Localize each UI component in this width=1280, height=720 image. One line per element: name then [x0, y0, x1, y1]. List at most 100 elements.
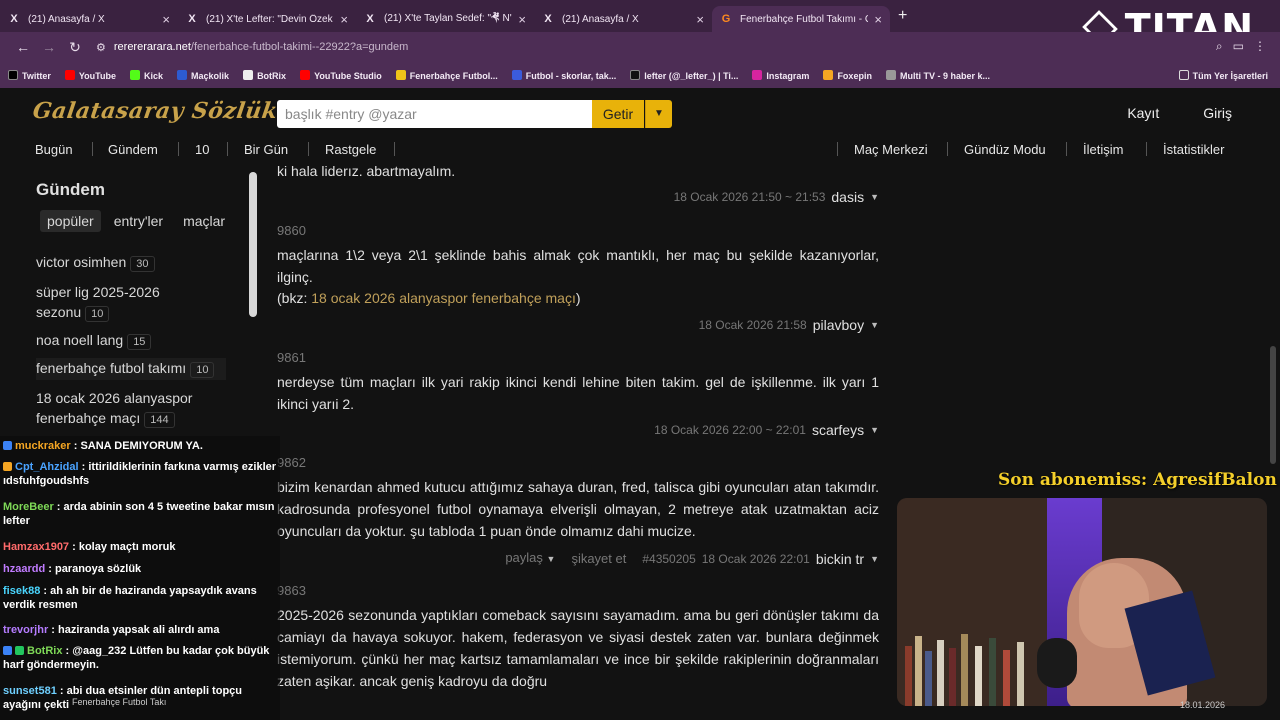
url-field[interactable]: ⚙ rerererarara.net/fenerbahce-futbol-taki… — [96, 41, 408, 54]
close-tab-icon[interactable]: × — [696, 12, 704, 27]
caret-down-icon[interactable]: ▼ — [870, 314, 879, 336]
badge-icon — [3, 462, 12, 471]
nav-10[interactable]: 10 — [195, 142, 209, 157]
nav-divider — [947, 142, 948, 156]
subscriber-banner: Son abonemiss: AgresifBalon — [998, 470, 1277, 490]
share-button[interactable]: paylaş ▼ — [505, 547, 555, 570]
site-favicon-icon: G — [721, 13, 731, 25]
tab-1[interactable]: X (21) Anasayfa / X × — [0, 6, 178, 32]
caret-down-icon[interactable]: ▼ — [870, 419, 879, 441]
tab-3[interactable]: X (21) X'te Taylan Sedef: "🤻 N'Gol × — [356, 6, 534, 32]
chat-message: fisek88 : ah ah bir de haziranda yapsayd… — [3, 585, 257, 611]
bkz-link[interactable]: 18 ocak 2026 alanyaspor fenerbahçe maçı — [311, 290, 576, 306]
topic-item[interactable]: 18 ocak 2026 alanyaspor fenerbahçe maçı 1… — [36, 388, 226, 430]
reload-icon[interactable]: ↻ — [62, 39, 88, 56]
entry-date: 18 Ocak 2026 22:01 — [701, 551, 810, 566]
tab-title: (21) Anasayfa / X — [562, 13, 639, 25]
back-icon[interactable]: ← — [10, 39, 36, 55]
new-tab-button[interactable]: + — [898, 7, 907, 25]
topic-item-active[interactable]: fenerbahçe futbol takımı 10 — [36, 358, 226, 380]
bookmark-youtube-studio[interactable]: YouTube Studio — [300, 69, 382, 81]
entry-text: ki hala liderız. abartmayalım. — [277, 163, 456, 179]
caret-down-icon[interactable]: ▼ — [870, 186, 879, 208]
bookmark-instagram[interactable]: Instagram — [752, 69, 810, 81]
book — [949, 648, 956, 706]
tab-5-active[interactable]: G Fenerbahçe Futbol Takımı - Gal × — [712, 6, 890, 32]
close-tab-icon[interactable]: × — [162, 12, 170, 27]
bookmark-kick[interactable]: Kick — [130, 69, 163, 81]
nav-gundem[interactable]: Gündem — [108, 142, 158, 157]
report-button[interactable]: şikayet et — [571, 548, 626, 570]
bookmark-botrix[interactable]: BotRix — [243, 69, 286, 81]
topic-count-badge: 30 — [130, 256, 155, 272]
tab-title: (21) Anasayfa / X — [28, 13, 105, 25]
topic-item[interactable]: süper lig 2025-2026 sezonu 10 — [36, 282, 226, 324]
search-button[interactable]: Getir — [592, 100, 644, 128]
bookmark-twitter[interactable]: Twitter — [8, 69, 51, 81]
search-input[interactable]: başlık #entry @yazar — [277, 100, 593, 128]
close-tab-icon[interactable]: × — [340, 12, 348, 27]
topic-count-badge: 10 — [85, 306, 110, 322]
entry-author[interactable]: scarfeys — [812, 419, 864, 441]
all-bookmarks[interactable]: Tüm Yer İşaretleri — [1178, 69, 1268, 81]
forward-icon[interactable]: → — [36, 39, 62, 55]
bookmark-multitv[interactable]: Multi TV - 9 haber k... — [885, 69, 990, 81]
nav-rastgele[interactable]: Rastgele — [325, 142, 376, 157]
page-scrollbar[interactable] — [1270, 346, 1276, 464]
fenerbahce-icon — [395, 69, 406, 80]
entry-number: 9862 — [277, 455, 306, 470]
bookmark-label: Instagram — [766, 70, 810, 81]
x-logo-icon: X — [188, 13, 196, 25]
bookmark-youtube[interactable]: YouTube — [64, 69, 116, 81]
entry-number: 9863 — [277, 583, 306, 598]
tab-populer[interactable]: popüler — [40, 210, 101, 232]
topic-item[interactable]: victor osimhen 30 — [36, 252, 226, 274]
tab-4[interactable]: X (21) Anasayfa / X × — [534, 6, 712, 32]
site-info-icon[interactable]: ⚙ — [96, 41, 106, 54]
nav-mac-merkezi[interactable]: Maç Merkezi — [854, 142, 928, 157]
chat-message: hzaardd : paranoya sözlük — [3, 563, 142, 575]
close-tab-icon[interactable]: × — [518, 12, 526, 27]
nav-gunduz-modu[interactable]: Gündüz Modu — [964, 142, 1046, 157]
chat-message: muckraker : SANA DEMIYORUM YA. — [3, 439, 278, 453]
nav-bir-gun[interactable]: Bir Gün — [244, 142, 288, 157]
nav-istatistikler[interactable]: İstatistikler — [1163, 142, 1224, 157]
entry-id[interactable]: #4350205 — [642, 548, 695, 570]
entry-author[interactable]: pilavboy — [813, 314, 864, 336]
entry-meta: 18 Ocak 2026 22:00 ~ 22:01 scarfeys ▼ — [654, 419, 879, 441]
badge-icon — [3, 441, 12, 450]
entry-text: bizim kenardan ahmed kutucu attığımız sa… — [277, 479, 879, 539]
taskbar-app-label[interactable]: Fenerbahçe Futbol Takı — [72, 697, 166, 707]
bookmark-mackolik[interactable]: Maçkolik — [177, 69, 229, 81]
close-tab-icon[interactable]: × — [874, 12, 882, 27]
tab-entryler[interactable]: entry'ler — [107, 210, 170, 232]
book — [1017, 642, 1024, 706]
bookmark-foxepin[interactable]: Foxepin — [823, 69, 872, 81]
extensions-icon[interactable]: ▭ — [1233, 39, 1244, 54]
entry-author[interactable]: bickin tr — [816, 548, 864, 570]
search-options-dropdown[interactable]: ▼ — [645, 100, 672, 128]
nav-iletisim[interactable]: İletişim — [1083, 142, 1123, 157]
taskbar-date: 18.01.2026 — [1180, 700, 1226, 710]
x-logo-icon — [8, 69, 18, 80]
tab-2[interactable]: X (21) X'te Lefter: "Devin Özek ve × — [178, 6, 356, 32]
menu-icon[interactable]: ⋮ — [1254, 39, 1266, 54]
entry-author[interactable]: dasis — [831, 186, 864, 208]
url-path: /fenerbahce-futbol-takimi--22922?a=gunde… — [190, 41, 409, 53]
bookmark-fenerbahce[interactable]: Fenerbahçe Futbol... — [395, 69, 498, 81]
site-logo[interactable]: Galatasaray Sözlük — [31, 98, 279, 124]
tab-maclar[interactable]: maçlar — [176, 210, 232, 232]
sidebar-scrollbar[interactable] — [249, 172, 257, 317]
signup-link[interactable]: Kayıt — [1127, 105, 1159, 121]
chat-user: Cpt_Ahzidal — [15, 461, 79, 473]
nav-bugun[interactable]: Bugün — [35, 142, 73, 157]
chat-user: muckraker — [15, 440, 71, 452]
topic-count-badge: 10 — [190, 362, 215, 378]
bookmark-futbol[interactable]: Futbol - skorlar, tak... — [511, 69, 616, 81]
caret-down-icon[interactable]: ▼ — [870, 548, 879, 570]
zoom-icon[interactable]: ⌕ — [1216, 39, 1223, 54]
bookmark-lefter[interactable]: lefter (@_lefter_) | Ti... — [630, 69, 738, 81]
topic-item[interactable]: noa noell lang 15 — [36, 330, 226, 352]
login-link[interactable]: Giriş — [1203, 105, 1232, 121]
entry-number: 9861 — [277, 350, 306, 365]
